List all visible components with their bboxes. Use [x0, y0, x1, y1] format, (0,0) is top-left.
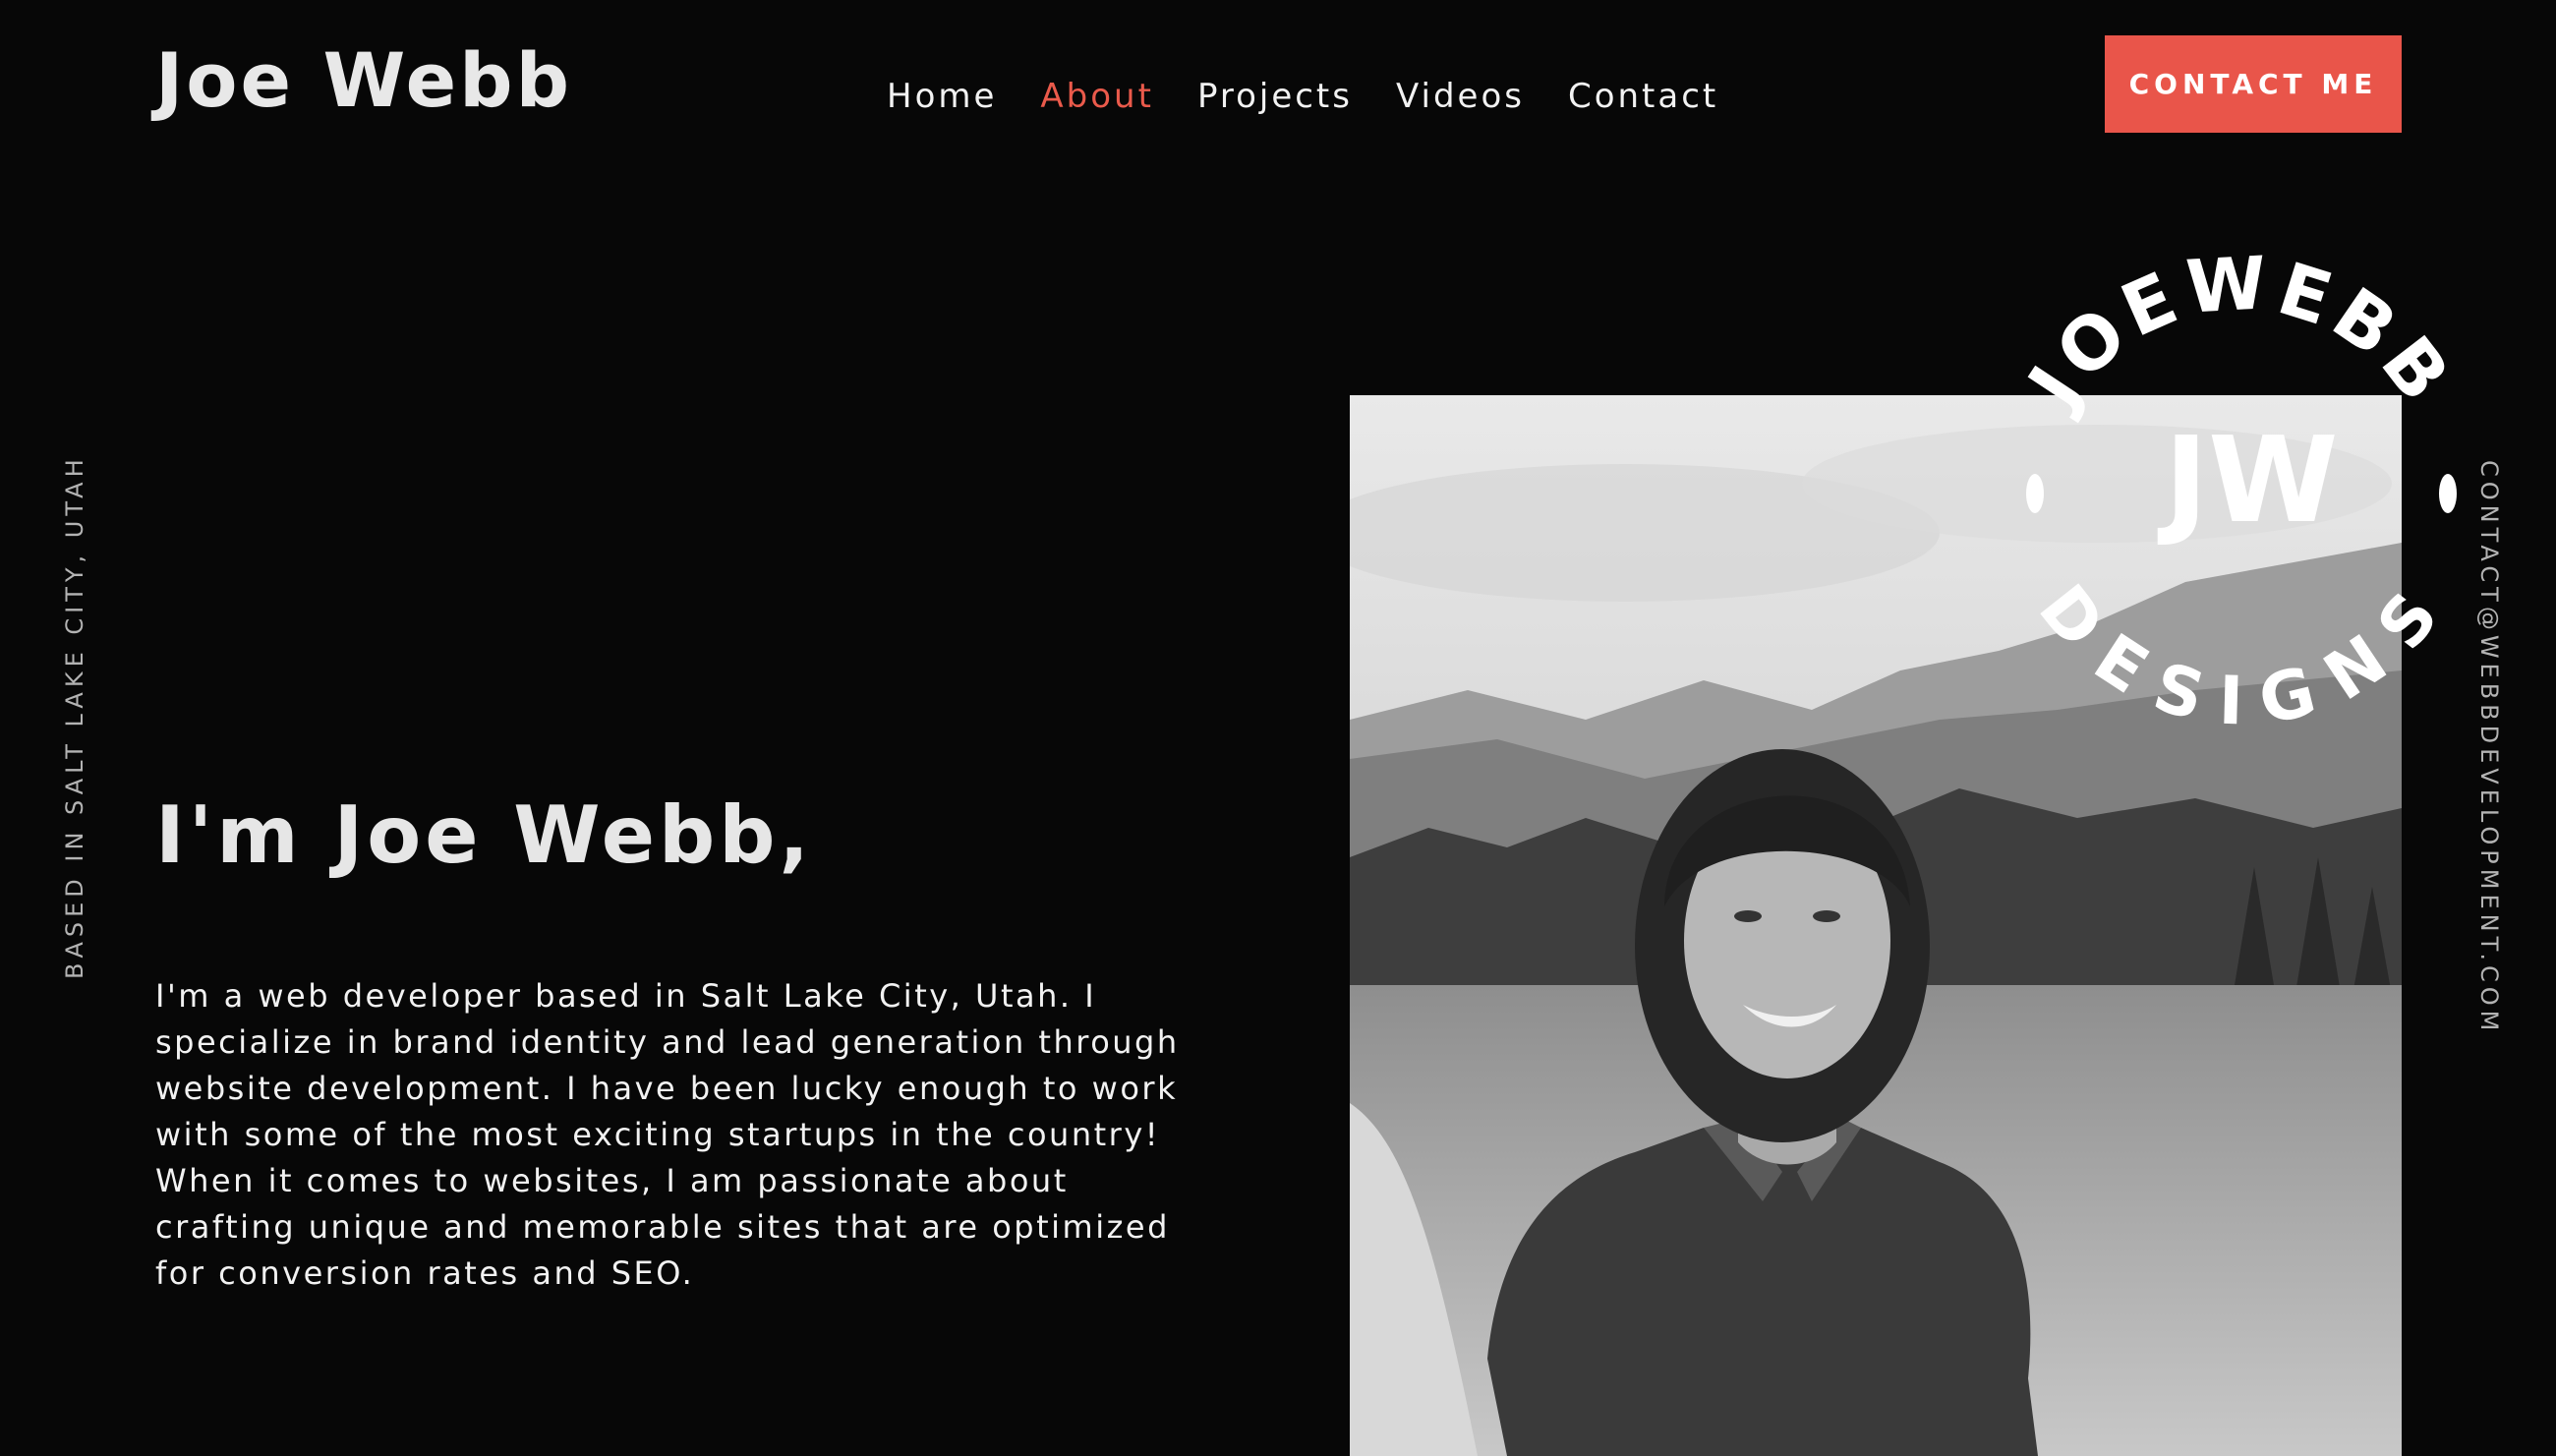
nav-link-videos[interactable]: Videos [1396, 77, 1525, 117]
badge-dot-left [2026, 474, 2044, 513]
hero-description: I'm a web developer based in Salt Lake C… [155, 977, 1180, 1292]
nav-link-about[interactable]: About [1040, 77, 1154, 117]
contact-me-button[interactable]: CONTACT ME [2105, 35, 2402, 133]
hero-title: I'm Joe Webb, [155, 789, 813, 881]
jw-designs-badge: JOEWEBB DESIGNS JW [1986, 236, 2497, 747]
badge-dot-right [2439, 474, 2457, 513]
main-nav: Home About Projects Videos Contact [887, 77, 1718, 117]
badge-monogram: JW [2157, 413, 2338, 550]
site-logo[interactable]: Joe Webb [155, 43, 572, 118]
nav-link-contact[interactable]: Contact [1568, 77, 1718, 117]
badge-graphic: JOEWEBB DESIGNS JW [2009, 241, 2469, 741]
location-vertical-text: BASED IN SALT LAKE CITY, UTAH [61, 454, 88, 979]
nav-item-videos: Videos [1396, 77, 1525, 117]
badge-top-text: JOEWEBB [2009, 241, 2469, 426]
badge-bottom-text: DESIGNS [2023, 571, 2460, 741]
nav-link-projects[interactable]: Projects [1197, 77, 1353, 117]
nav-item-about: About [1040, 77, 1154, 117]
nav-item-contact: Contact [1568, 77, 1718, 117]
nav-item-projects: Projects [1197, 77, 1353, 117]
nav-item-home: Home [887, 77, 997, 117]
nav-link-home[interactable]: Home [887, 77, 997, 117]
